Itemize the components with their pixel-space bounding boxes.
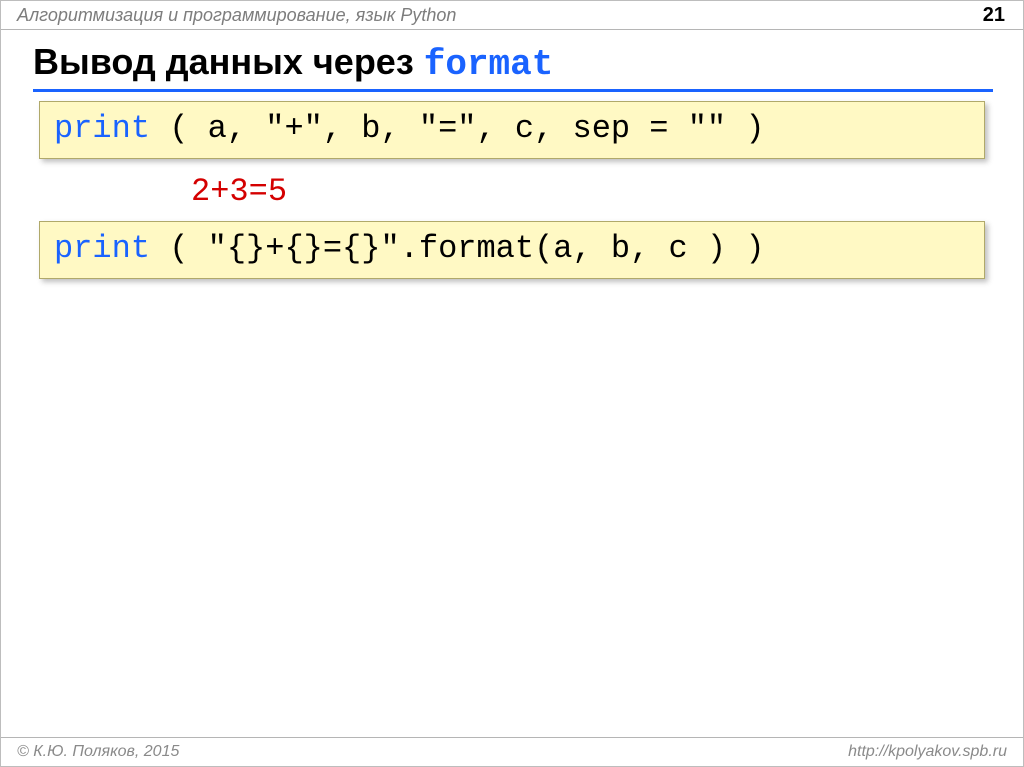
footer-link: http://kpolyakov.spb.ru (848, 743, 1007, 761)
footer-copyright: © К.Ю. Поляков, 2015 (17, 743, 848, 761)
code2-keyword: print (54, 230, 150, 267)
slide-title-code: format (424, 44, 554, 85)
code1-body: ( a, "+", b, "=", c, sep = "" ) (150, 110, 765, 147)
code1-keyword: print (54, 110, 150, 147)
code-block-1: print ( a, "+", b, "=", c, sep = "" ) (39, 101, 985, 159)
header-title: Алгоритмизация и программирование, язык … (17, 5, 983, 26)
title-underline (33, 89, 993, 92)
slide-header: Алгоритмизация и программирование, язык … (1, 1, 1023, 30)
slide: Алгоритмизация и программирование, язык … (0, 0, 1024, 767)
code-block-2: print ( "{}+{}={}".format(a, b, c ) ) (39, 221, 985, 279)
slide-title: Вывод данных через format (33, 41, 553, 85)
slide-title-text: Вывод данных через (33, 41, 424, 82)
output-line: 2+3=5 (191, 173, 287, 210)
code2-body: ( "{}+{}={}".format(a, b, c ) ) (150, 230, 765, 267)
slide-footer: © К.Ю. Поляков, 2015 http://kpolyakov.sp… (1, 737, 1023, 766)
page-number: 21 (983, 4, 1009, 27)
